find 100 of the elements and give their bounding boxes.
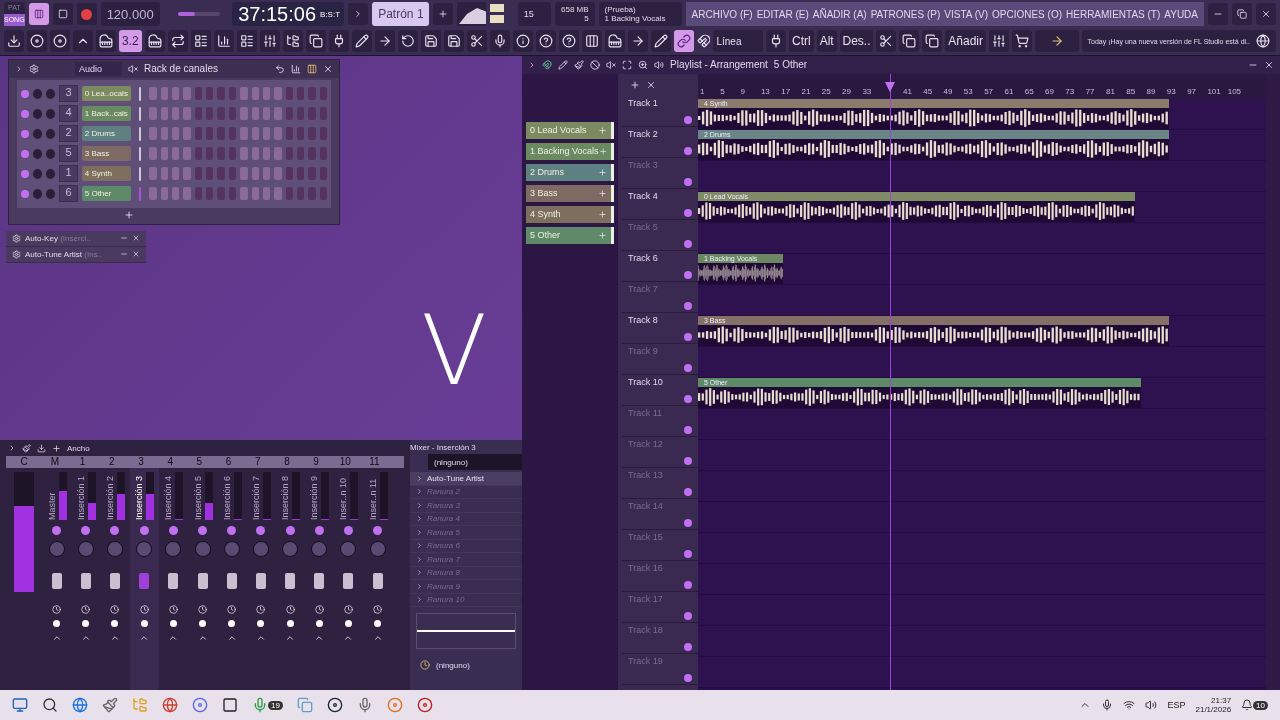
effect-slot[interactable]: Auto-Tune Artist	[410, 472, 522, 486]
strip-name: Inser..n 10	[338, 477, 349, 521]
strip-name: Inser..n 11	[367, 477, 378, 521]
filter-dropdown[interactable]: Audio	[75, 61, 123, 76]
mixer-track-number[interactable]: 5	[59, 145, 78, 163]
strip-name: Inserción 5	[192, 475, 203, 521]
menu-item[interactable]: AÑADIR (A)	[812, 8, 867, 20]
column-number: 3	[137, 456, 145, 469]
mixer-strip[interactable]: Inserción 6	[217, 468, 247, 691]
pattern-item[interactable]: 1 Backing Vocals	[526, 142, 614, 160]
bar-number: 93	[1166, 86, 1177, 96]
bar-number: 17	[781, 86, 792, 96]
mixer-track-number[interactable]: 1	[59, 165, 78, 183]
bar-number: 29	[842, 86, 852, 96]
modifier-key-button[interactable]: Alt	[816, 30, 837, 52]
pattern-item[interactable]: 2 Drums	[526, 163, 614, 181]
bar-number: 25	[821, 86, 832, 96]
pattern-selector[interactable]: Patrón 1	[372, 2, 430, 26]
menu-item[interactable]: VISTA (V)	[944, 8, 988, 20]
menu-item[interactable]: EDITAR (E)	[756, 8, 809, 20]
mixer-title: Mixer - Inserción 3	[410, 442, 477, 453]
column-number: 6	[224, 456, 233, 469]
channel-name-button[interactable]: 1 Back..cals	[81, 106, 131, 122]
mixer-track-number[interactable]: 6	[59, 185, 78, 203]
bar-number: 13	[760, 86, 771, 96]
mixer-strip[interactable]: Master	[42, 468, 72, 691]
column-number: 9	[312, 456, 320, 469]
channel-name-button[interactable]: 0 Lea..ocals	[81, 86, 131, 102]
column-number: 11	[368, 456, 381, 469]
input-dropdown[interactable]: (ninguno)	[428, 454, 522, 471]
output-dropdown[interactable]: (ninguno)	[414, 657, 522, 674]
channel-name-button[interactable]: 2 Drums	[81, 126, 131, 142]
bar-number: 53	[963, 86, 974, 96]
bar-number: 5	[720, 86, 726, 96]
channel-name-button[interactable]: 4 Synth	[81, 166, 131, 182]
column-number: 2	[108, 456, 116, 469]
width-label[interactable]: Ancho	[67, 443, 90, 453]
bar-number: 73	[1065, 86, 1076, 96]
bar-number: 89	[1146, 86, 1157, 96]
mixer-strip[interactable]: Inser..n 11	[363, 468, 393, 691]
strip-name: Inserción 8	[280, 475, 291, 521]
bar-number: 77	[1085, 86, 1096, 96]
mixer-track-number[interactable]: 2	[59, 125, 78, 143]
mixer-track-number[interactable]: 3	[59, 85, 78, 103]
menu-item[interactable]: OPCIONES (O)	[992, 8, 1062, 20]
pattern-item[interactable]: 3 Bass	[526, 184, 614, 202]
timeline-ruler[interactable]: 1 5 9 13 17 21 25 29 33 41 45 49 53 57 61 65 69 73 77 81 85 89 93 97 101 105	[698, 73, 1266, 99]
column-number: 4	[166, 456, 174, 469]
column-number: 5	[195, 456, 204, 469]
memory-monitor: 658 MB 5	[555, 2, 595, 26]
strip-name: Inserción 3	[134, 475, 145, 521]
snap-button[interactable]: 3.2	[119, 30, 142, 52]
bar-number: 61	[1004, 86, 1015, 96]
mixer-strip[interactable]: Inserción 2	[100, 468, 130, 691]
pattern-item[interactable]: 0 Lead Vocals	[526, 121, 614, 139]
strip-name: Inserción 9	[309, 475, 320, 521]
mixer-track-number[interactable]: 4	[59, 105, 78, 123]
bar-number: 105	[1227, 86, 1243, 96]
mixer-strip[interactable]: Inserción 9	[304, 468, 334, 691]
mixer-strip[interactable]: Inserción 5	[187, 468, 218, 691]
mixer-strip[interactable]: Inserción 7	[246, 468, 276, 691]
pattern-item[interactable]: 5 Other	[526, 226, 614, 244]
mixer-strip[interactable]: Inserción 4	[158, 468, 188, 691]
column-number: 8	[283, 456, 291, 469]
menu-item[interactable]: HERRAMIENTAS (T)	[1066, 8, 1161, 20]
add-button[interactable]: Añadir	[945, 30, 986, 52]
column-number: M	[49, 456, 61, 469]
column-number: 1	[78, 456, 87, 469]
bar-number: 65	[1024, 86, 1035, 96]
strip-name: Inserción 7	[250, 475, 261, 521]
mixer-strip[interactable]: Inserción 8	[275, 468, 305, 691]
bar-number: 33	[862, 86, 873, 96]
modifier-key-button[interactable]: Ctrl	[789, 30, 814, 52]
strip-name: Master	[46, 491, 57, 521]
bar-number: 41	[902, 86, 913, 96]
language-indicator[interactable]: ESP	[1167, 700, 1186, 710]
cpu-monitor: 15	[517, 2, 552, 26]
pattern-item[interactable]: 4 Synth	[526, 205, 614, 223]
logo-letter: V	[421, 295, 487, 408]
menu-item[interactable]: PATRONES (P)	[870, 8, 941, 20]
strip-name: Inserción 4	[163, 475, 174, 521]
bar-number: 1	[700, 86, 706, 96]
snap-mode-dropdown[interactable]: Línea	[713, 30, 764, 52]
strip-name: Inserción 1	[75, 475, 86, 521]
breadcrumb-pattern[interactable]: 5 Other	[773, 59, 808, 71]
strip-name: Inserción 6	[221, 475, 232, 521]
channel-name-button[interactable]: 5 Other	[81, 186, 131, 202]
bar-number: 69	[1045, 86, 1055, 96]
bar-number: 49	[943, 86, 954, 96]
clock[interactable]: 21:37 21/1/2026	[1195, 696, 1232, 714]
mixer-strip[interactable]: Inserción 3	[129, 468, 159, 691]
menu-item[interactable]: ARCHIVO (F)	[691, 8, 753, 20]
channel-name-button[interactable]: 3 Bass	[81, 146, 131, 162]
menu-item[interactable]: AYUDA	[1164, 8, 1198, 20]
mixer-strip[interactable]: Inser..n 10	[333, 468, 364, 691]
mixer-strip[interactable]: Inserción 1	[71, 468, 101, 691]
notification-count: 10	[1253, 700, 1268, 710]
modifier-key-button[interactable]: Des..	[839, 30, 874, 52]
column-number: C	[19, 456, 29, 469]
tempo-display[interactable]: 120.000	[100, 2, 160, 26]
